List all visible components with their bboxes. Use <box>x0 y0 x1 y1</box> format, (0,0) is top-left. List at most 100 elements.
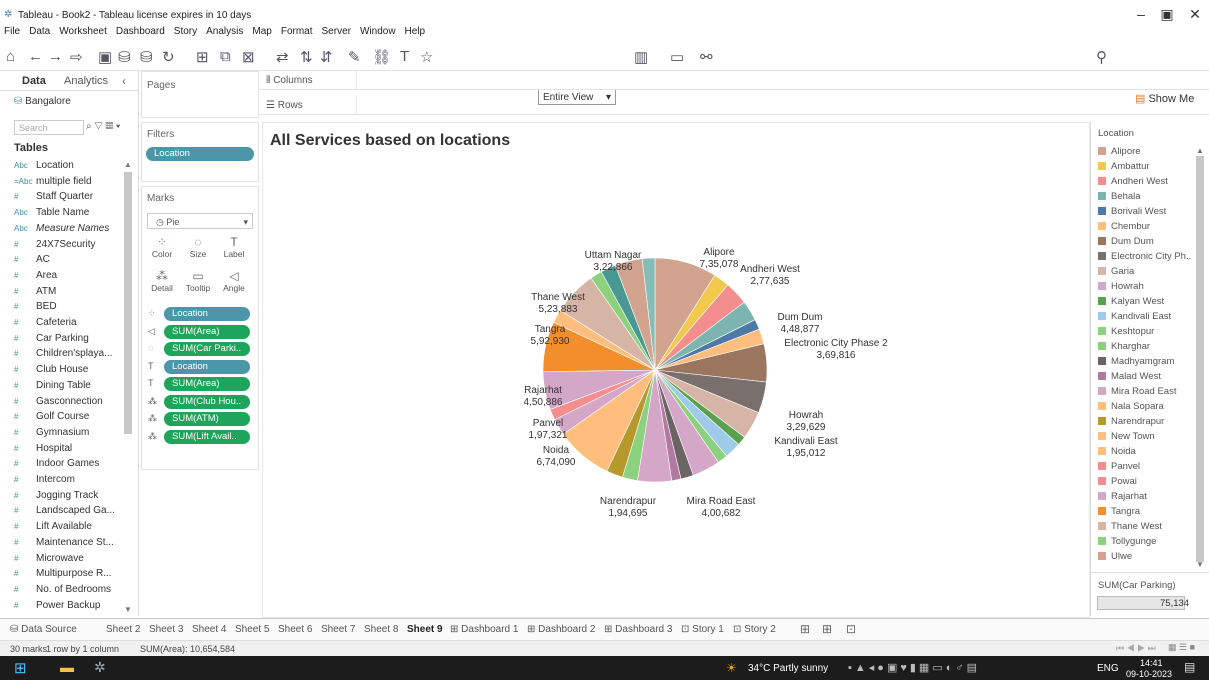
new-datasource-icon[interactable]: ⛁ <box>118 48 131 66</box>
labels-icon[interactable]: T <box>400 48 409 65</box>
clock-time[interactable]: 14:41 <box>1140 658 1163 668</box>
mark-pill[interactable]: SUM(Area) <box>164 377 250 391</box>
legend-item[interactable]: Mira Road East <box>1098 386 1176 401</box>
filter-pill-location[interactable]: Location <box>146 147 254 161</box>
legend-item[interactable]: Ulwe <box>1098 551 1132 566</box>
mark-label-button[interactable]: T Label <box>219 235 249 259</box>
tableau-taskbar-icon[interactable]: ✲ <box>94 659 106 676</box>
forward-icon[interactable]: → <box>48 48 63 65</box>
clear-sheet-icon[interactable]: ⊠ <box>242 48 255 66</box>
field-item[interactable]: Abc Table Name <box>14 207 89 223</box>
mark-pill[interactable]: SUM(Area) <box>164 324 250 339</box>
collapse-pane-icon[interactable]: ‹ <box>122 74 126 88</box>
new-story-icon[interactable]: ⊡ <box>846 622 856 636</box>
search-input[interactable]: Search <box>14 120 84 135</box>
sheet-tab[interactable]: ⊞ Dashboard 1 <box>450 624 518 635</box>
legend-item[interactable]: Kandivali East <box>1098 311 1171 326</box>
windows-start-icon[interactable]: ⊞ <box>14 659 27 677</box>
rows-shelf[interactable]: ☰ Rows <box>258 96 1209 115</box>
field-item[interactable]: # Indoor Games <box>14 458 99 474</box>
redo-icon[interactable]: ⇨ <box>70 48 83 66</box>
clock-date[interactable]: 09-10-2023 <box>1126 669 1172 679</box>
field-item[interactable]: # Jogging Track <box>14 490 98 506</box>
legend-scroll-up-icon[interactable]: ▲ <box>1196 146 1204 155</box>
sheet-tab[interactable]: Sheet 7 <box>321 624 355 635</box>
legend-item[interactable]: Tollygunge <box>1098 536 1156 551</box>
legend-item[interactable]: Malad West <box>1098 371 1161 386</box>
legend-item[interactable]: New Town <box>1098 431 1155 446</box>
field-item[interactable]: # Multipurpose R... <box>14 568 112 584</box>
field-item[interactable]: # Lift Available <box>14 521 92 537</box>
menu-map[interactable]: Map <box>252 26 271 37</box>
legend-item[interactable]: Borivali West <box>1098 206 1166 221</box>
mark-type-select[interactable]: ◷ Pie ▾ <box>147 213 253 229</box>
tab-data[interactable]: Data <box>22 75 46 87</box>
scroll-up-icon[interactable]: ▲ <box>124 160 132 169</box>
legend-item[interactable]: Garia <box>1098 266 1134 281</box>
field-item[interactable]: Abc Location <box>14 160 74 176</box>
field-item[interactable]: # Golf Course <box>14 411 89 427</box>
scrollbar[interactable] <box>124 172 132 434</box>
legend-scrollbar[interactable] <box>1196 156 1204 562</box>
sort-asc-icon[interactable]: ⇅ <box>300 48 313 66</box>
legend-item[interactable]: Howrah <box>1098 281 1144 296</box>
tab-analytics[interactable]: Analytics <box>64 75 108 87</box>
view-toggle-icons[interactable]: ▦ ☰ ■ <box>1168 642 1195 653</box>
menu-story[interactable]: Story <box>174 26 197 37</box>
field-item[interactable]: =Abc multiple field <box>14 176 92 192</box>
mark-color-button[interactable]: ⁘ Color <box>147 235 177 259</box>
new-dashboard-icon[interactable]: ⊞ <box>822 622 832 636</box>
new-sheet-icon[interactable]: ⊞ <box>800 622 810 636</box>
legend-item[interactable]: Behala <box>1098 191 1141 206</box>
menu-file[interactable]: File <box>4 26 20 37</box>
duplicate-icon[interactable]: ⧉ <box>220 48 231 65</box>
legend-item[interactable]: Electronic City Ph.. <box>1098 251 1191 266</box>
field-item[interactable]: # Car Parking <box>14 333 89 349</box>
sheet-tab[interactable]: Sheet 3 <box>149 624 183 635</box>
sheet-tab[interactable]: Sheet 4 <box>192 624 226 635</box>
legend-item[interactable]: Madhyamgram <box>1098 356 1174 371</box>
legend-scroll-down-icon[interactable]: ▼ <box>1196 560 1204 569</box>
menu-data[interactable]: Data <box>29 26 50 37</box>
mark-angle-button[interactable]: ◁ Angle <box>219 269 249 293</box>
back-icon[interactable]: ← <box>28 48 43 65</box>
sheet-tab[interactable]: Sheet 9 <box>407 624 443 635</box>
pie-chart[interactable] <box>262 122 1088 616</box>
mark-detail-button[interactable]: ⁂ Detail <box>147 269 177 293</box>
field-item[interactable]: # Area <box>14 270 57 286</box>
sheet-tab[interactable]: Sheet 8 <box>364 624 398 635</box>
legend-item[interactable]: Rajarhat <box>1098 491 1147 506</box>
field-item[interactable]: # Dining Table <box>14 380 91 396</box>
field-item[interactable]: # Gymnasium <box>14 427 89 443</box>
sheet-tab[interactable]: Sheet 6 <box>278 624 312 635</box>
pin-icon[interactable]: ☆ <box>420 48 433 66</box>
sheet-tab[interactable]: ⊞ Dashboard 2 <box>527 624 595 635</box>
field-item[interactable]: # ATM <box>14 286 56 302</box>
cards-icon[interactable]: ▥ <box>634 48 648 66</box>
mark-pill[interactable]: SUM(ATM) <box>164 412 250 426</box>
legend-item[interactable]: Panvel <box>1098 461 1140 476</box>
datasource-item[interactable]: ⛁ Bangalore <box>14 96 71 107</box>
field-item[interactable]: # Club House <box>14 364 88 380</box>
menu-analysis[interactable]: Analysis <box>206 26 243 37</box>
legend-item[interactable]: Tangra <box>1098 506 1140 521</box>
menu-dashboard[interactable]: Dashboard <box>116 26 165 37</box>
field-item[interactable]: # Landscaped Ga... <box>14 505 115 521</box>
sheet-tab[interactable]: ⊞ Dashboard 3 <box>604 624 672 635</box>
legend-item[interactable]: Ambattur <box>1098 161 1150 176</box>
mark-pill[interactable]: Location <box>164 307 250 321</box>
new-worksheet-icon[interactable]: ⊞ <box>196 48 209 66</box>
scroll-down-icon[interactable]: ▼ <box>124 605 132 614</box>
field-item[interactable]: Abc Measure Names <box>14 223 109 239</box>
search-filter-icons[interactable]: ⌕ ▽ ▦ ▾ <box>86 121 120 132</box>
field-item[interactable]: #24X7Security <box>14 239 95 255</box>
share-icon[interactable]: ⚯ <box>700 48 713 66</box>
notification-icon[interactable]: ▤ <box>1184 660 1195 674</box>
menu-server[interactable]: Server <box>322 26 351 37</box>
legend-item[interactable]: Keshtopur <box>1098 326 1154 341</box>
group-icon[interactable]: ⛓ <box>372 48 391 66</box>
menu-window[interactable]: Window <box>360 26 396 37</box>
legend-item[interactable]: Chembur <box>1098 221 1150 236</box>
legend-item[interactable]: Narendrapur <box>1098 416 1164 431</box>
field-item[interactable]: # Gasconnection <box>14 396 103 412</box>
